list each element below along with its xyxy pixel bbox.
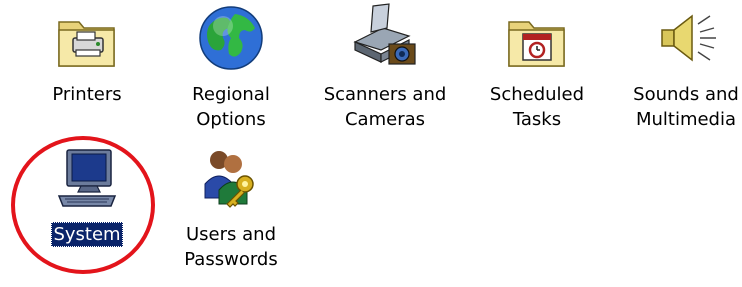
control-panel-item-users-and-passwords[interactable]: Users and Passwords [166, 144, 296, 272]
control-panel-item-system[interactable]: System [22, 144, 152, 247]
item-label: Scanners and Cameras [323, 84, 447, 130]
item-label: Regional Options [192, 84, 270, 130]
control-panel-item-scanners-and-cameras[interactable]: Scanners and Cameras [320, 2, 450, 132]
control-panel-item-printers[interactable]: Printers [22, 2, 152, 107]
globe-icon [195, 2, 267, 74]
scheduled-tasks-folder-icon [501, 2, 573, 74]
item-label: Users and Passwords [184, 224, 278, 270]
computer-icon [51, 144, 123, 216]
control-panel-item-regional-options[interactable]: Regional Options [166, 2, 296, 132]
users-key-icon [195, 144, 267, 216]
control-panel-item-scheduled-tasks[interactable]: Scheduled Tasks [472, 2, 602, 132]
item-label: Scheduled Tasks [489, 84, 585, 130]
scanner-camera-icon [349, 2, 421, 74]
control-panel-item-sounds-and-multimedia[interactable]: Sounds and Multimedia [621, 2, 742, 132]
item-label: Printers [52, 84, 122, 105]
printers-folder-icon [51, 2, 123, 74]
speaker-icon [650, 2, 722, 74]
item-label-selected: System [51, 222, 123, 247]
item-label: Sounds and Multimedia [633, 84, 739, 130]
